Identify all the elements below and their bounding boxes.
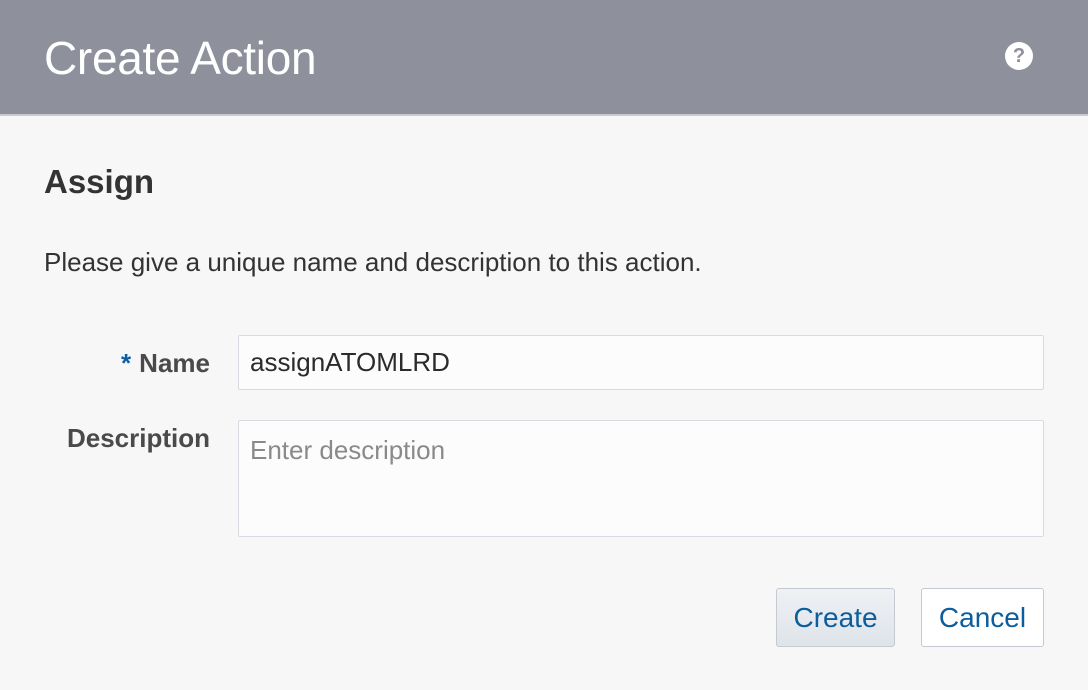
name-label-text: Name <box>139 348 210 378</box>
name-input[interactable] <box>238 335 1044 390</box>
name-label: * Name <box>121 346 210 380</box>
create-button[interactable]: Create <box>776 588 895 647</box>
section-title: Assign <box>44 163 155 200</box>
dialog-title: Create Action <box>44 32 317 84</box>
description-label: Description <box>66 423 210 453</box>
dialog-header: Create Action ? <box>0 0 1088 116</box>
help-icon[interactable]: ? <box>1005 42 1033 70</box>
instructions-text: Please give a unique name and descriptio… <box>44 247 702 277</box>
cancel-button[interactable]: Cancel <box>921 588 1044 647</box>
create-action-dialog: Create Action ? Assign Please give a uni… <box>0 0 1088 690</box>
required-indicator: * <box>121 348 132 378</box>
description-textarea[interactable] <box>238 420 1044 537</box>
